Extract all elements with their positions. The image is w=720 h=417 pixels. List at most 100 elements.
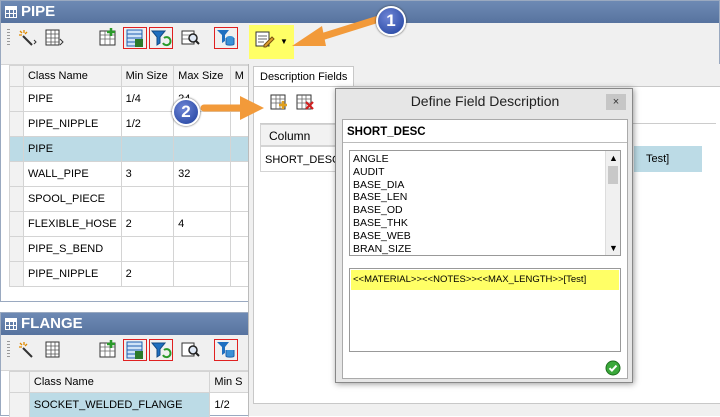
cell-min-size[interactable]: 2 [121,212,174,237]
cell-class-name[interactable]: PIPE_NIPPLE [23,112,121,137]
scroll-down-icon[interactable]: ▼ [609,242,618,255]
column-header-min-size[interactable]: Min S [210,372,249,393]
list-item[interactable]: BASE_THK [353,217,620,230]
table-row[interactable]: FLEXIBLE_HOSE24 [10,212,249,237]
wand-icon[interactable] [15,339,39,361]
cell-class-name[interactable]: PIPE [23,87,121,112]
column-header-class-name[interactable]: Class Name [29,372,210,393]
table-row[interactable]: PIPE_S_BEND [10,237,249,262]
close-icon: × [613,96,619,108]
grid-icon [5,6,17,18]
table-row[interactable]: SPOOL_PIECE [10,187,249,212]
cell-min-size[interactable]: 2 [121,262,174,287]
list-scrollbar[interactable]: ▲ ▼ [605,151,620,255]
cell-max-size[interactable] [174,262,231,287]
scroll-thumb[interactable] [608,166,618,184]
cell-max-size[interactable]: 32 [174,162,231,187]
expression-textbox[interactable]: <<MATERIAL>><<NOTES>><<MAX_LENGTH>>[Test… [349,268,621,352]
column-header-class-name[interactable]: Class Name [23,66,121,87]
cell-max-size[interactable] [174,237,231,262]
edit-description-icon[interactable] [253,29,277,51]
callout-badge-2: 2 [172,98,200,126]
ok-check-icon [605,360,621,376]
add-field-icon[interactable] [268,91,292,113]
description-row-value[interactable]: Test] [634,146,702,172]
close-button[interactable]: × [606,94,626,110]
dialog-title: Define Field Description [336,93,634,109]
chevron-down-icon[interactable]: ▼ [280,37,288,46]
cell-min-size[interactable] [121,237,174,262]
list-item[interactable]: AUDIT [353,166,620,179]
list-item[interactable]: BASE_DIA [353,179,620,192]
cell-min-size[interactable]: 3 [121,162,174,187]
table-edit-icon[interactable] [123,339,147,361]
column-header-min-size[interactable]: Min Size [121,66,174,87]
dialog-body: SHORT_DESC ANGLE AUDIT BASE_DIA BASE_LEN… [342,119,628,379]
toolbar-grip [7,29,10,47]
table-row-selected[interactable]: SOCKET_WELDED_FLANGE 1/2 [10,393,249,417]
flange-grid: Class Name Min S SOCKET_WELDED_FLANGE 1/… [9,371,249,417]
cell-max-size[interactable]: 4 [174,212,231,237]
cell-m[interactable] [230,162,248,187]
filter-refresh-icon[interactable] [149,27,173,49]
list-item[interactable]: ANGLE [353,153,620,166]
list-item[interactable]: BRAN_SIZE [353,243,620,256]
flange-toolbar [1,335,249,371]
define-field-description-dialog: Define Field Description × SHORT_DESC AN… [335,88,633,383]
column-header-column[interactable]: Column [260,124,340,146]
cell-m[interactable] [230,262,248,287]
cell-min-size[interactable] [121,137,174,162]
filter-database-icon[interactable] [214,27,238,49]
scroll-up-icon[interactable]: ▲ [609,152,618,165]
filter-icon[interactable] [43,27,67,49]
wand-icon[interactable] [15,27,39,49]
add-row-icon[interactable] [97,27,121,49]
find-icon[interactable] [179,339,203,361]
cell-m[interactable] [230,237,248,262]
cell-max-size[interactable] [174,137,231,162]
description-row-name[interactable]: SHORT_DESC [260,146,340,172]
cell-max-size[interactable] [174,187,231,212]
cell-class-name[interactable]: SOCKET_WELDED_FLANGE [29,393,210,417]
delete-field-icon[interactable] [294,91,318,113]
cell-min-size[interactable]: 1/2 [121,112,174,137]
flange-panel: FLANGE Class Name Min S [0,312,250,416]
callout-badge-1: 1 [376,6,406,36]
list-item[interactable]: BASE_LEN [353,191,620,204]
cell-class-name[interactable]: SPOOL_PIECE [23,187,121,212]
filter-refresh-icon[interactable] [149,339,173,361]
cell-min-size[interactable]: 1/4 [121,87,174,112]
list-item[interactable]: BASE_WEB [353,230,620,243]
pipe-panel-title: PIPE [21,3,55,20]
cell-class-name[interactable]: PIPE [23,137,121,162]
grid-icon [5,318,17,330]
toolbar-grip [7,341,10,359]
cell-m[interactable] [230,137,248,162]
cell-class-name[interactable]: PIPE_S_BEND [23,237,121,262]
filter-icon[interactable] [43,339,67,361]
table-row-selected[interactable]: PIPE [10,137,249,162]
fields-listbox[interactable]: ANGLE AUDIT BASE_DIA BASE_LEN BASE_OD BA… [349,150,621,256]
cell-min-size[interactable]: 1/2 [210,393,249,417]
column-header-m[interactable]: M [230,66,248,87]
find-icon[interactable] [179,27,203,49]
add-row-icon[interactable] [97,339,121,361]
table-row[interactable]: WALL_PIPE332 [10,162,249,187]
tab-description-fields[interactable]: Description Fields [253,66,354,86]
field-name-label: SHORT_DESC [347,126,426,138]
cell-class-name[interactable]: PIPE_NIPPLE [23,262,121,287]
cell-min-size[interactable] [121,187,174,212]
filter-database-icon[interactable] [214,339,238,361]
table-edit-icon[interactable] [123,27,147,49]
column-header-max-size[interactable]: Max Size [174,66,231,87]
flange-panel-titlebar: FLANGE [1,313,249,335]
cell-m[interactable] [230,212,248,237]
field-name-divider [343,142,627,143]
ok-button[interactable] [605,360,621,376]
cell-m[interactable] [230,187,248,212]
cell-class-name[interactable]: FLEXIBLE_HOSE [23,212,121,237]
table-row[interactable]: PIPE_NIPPLE2 [10,262,249,287]
expression-text: <<MATERIAL>><<NOTES>><<MAX_LENGTH>>[Test… [353,274,586,285]
cell-class-name[interactable]: WALL_PIPE [23,162,121,187]
list-item[interactable]: BASE_OD [353,204,620,217]
